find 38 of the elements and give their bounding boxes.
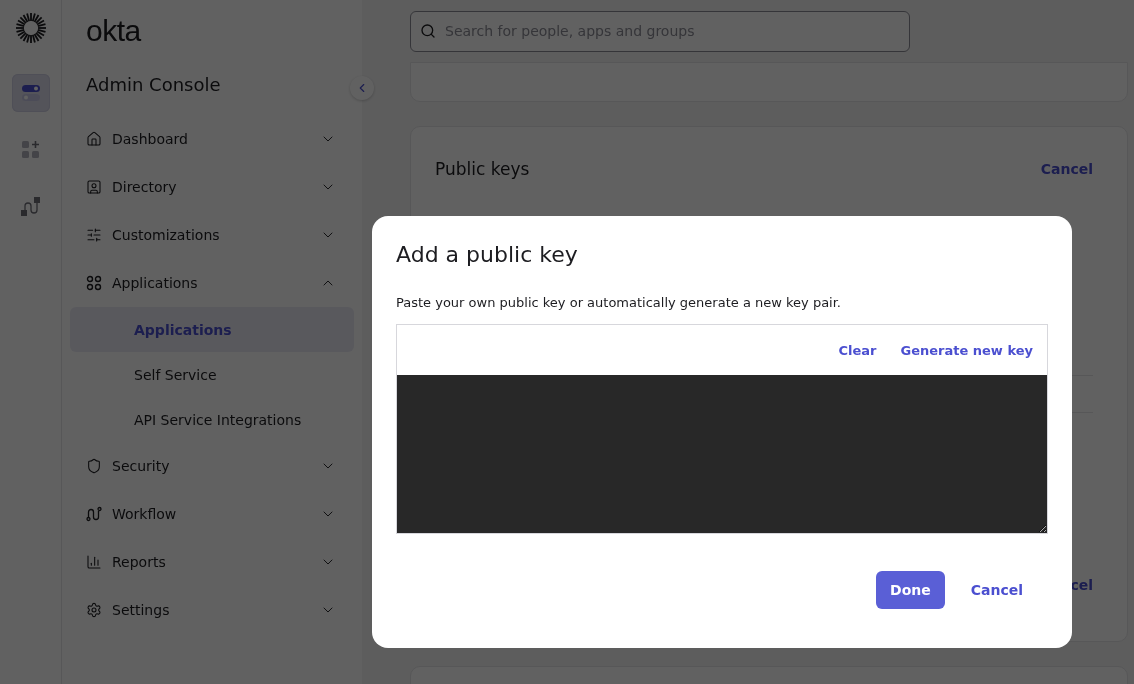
shield-icon	[86, 458, 102, 474]
cancel-button[interactable]: Cancel	[970, 571, 1023, 609]
nav-item[interactable]: Directory	[70, 163, 354, 211]
nav-item[interactable]: Workflow	[70, 490, 354, 538]
nav-item[interactable]: Security	[70, 442, 354, 490]
logo-icon	[14, 12, 47, 44]
nav-item[interactable]: Settings	[70, 586, 354, 634]
bar-chart-icon	[86, 554, 102, 570]
dialog-description: Paste your own public key or automatically generate a new key pair.	[396, 295, 842, 310]
workflow-icon	[86, 506, 102, 522]
home-icon	[86, 131, 102, 147]
rail-button[interactable]	[11, 74, 50, 112]
dialog-title: Add a public key	[396, 242, 579, 267]
collapse-sidebar-button[interactable]	[350, 76, 374, 100]
key-action-link[interactable]: Generate new key	[900, 342, 1033, 358]
okta-wordmark: okta	[86, 14, 141, 48]
key-action-link[interactable]: Clear	[838, 342, 877, 358]
nav-subitem[interactable]: Applications	[70, 307, 354, 352]
nav-subitem[interactable]: API Service Integrations	[70, 397, 354, 442]
card-title: Public keys	[435, 159, 530, 179]
key-input-field[interactable]	[397, 375, 1047, 533]
search-icon	[420, 22, 436, 39]
flow-icon	[20, 197, 41, 217]
nav-item[interactable]: Customizations	[70, 211, 354, 259]
sliders-icon	[86, 227, 102, 243]
cancel-link[interactable]: cel	[1070, 577, 1093, 593]
done-button[interactable]: Done	[876, 571, 945, 609]
contact-card-icon	[86, 179, 102, 195]
nav-item[interactable]: Dashboard	[70, 115, 354, 163]
toggles-icon	[20, 83, 41, 103]
nav-item[interactable]: Applications	[70, 259, 354, 307]
grid-plus-icon	[20, 140, 41, 160]
settings-icon	[86, 602, 102, 618]
nav-subitem[interactable]: Self Service	[70, 352, 354, 397]
four-circles-icon	[86, 275, 102, 291]
cancel-link[interactable]: Cancel	[1040, 161, 1093, 177]
nav-item[interactable]: Reports	[70, 538, 354, 586]
sidebar-title: Admin Console	[86, 74, 221, 95]
